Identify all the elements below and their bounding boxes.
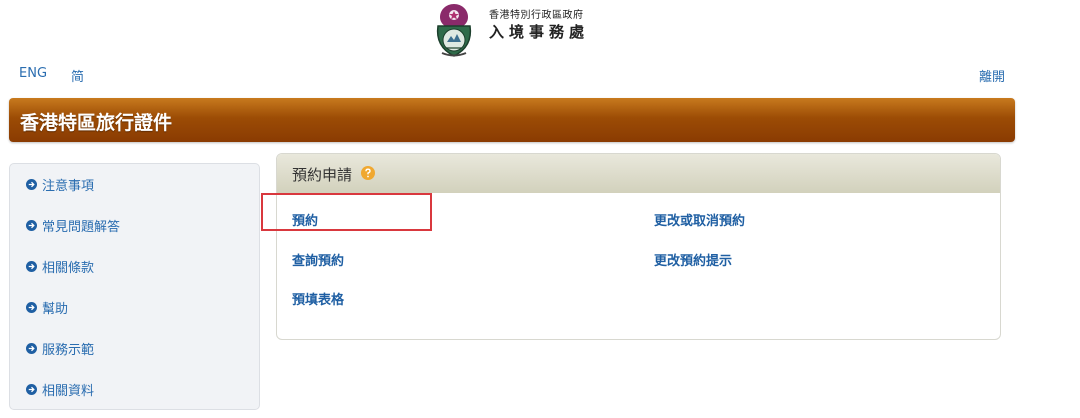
sidebar-item-label: 幫助 [42, 301, 69, 317]
arrow-circle-right-icon [26, 301, 37, 313]
arrow-circle-right-icon [26, 178, 37, 190]
change-or-cancel-appointment-link[interactable]: 更改或取消預約 [654, 210, 745, 229]
site-header: 香港特別行政區政府 入境事務處 [0, 0, 1080, 60]
language-english-link[interactable]: ENG [19, 66, 47, 81]
sidebar-item-notes[interactable]: 注意事項 [26, 174, 94, 194]
sidebar-item-label: 注意事項 [42, 178, 95, 194]
sidebar-item-help[interactable]: 幫助 [26, 297, 68, 317]
department-logo-text: 香港特別行政區政府 入境事務處 [489, 10, 589, 42]
sidebar-item-label: 相關資料 [42, 383, 95, 399]
top-bar: ENG 简 離開 [0, 62, 1080, 88]
arrow-circle-right-icon [26, 260, 37, 272]
sidebar-item-label: 常見問題解答 [42, 219, 121, 235]
sidebar-item-label: 服務示範 [42, 342, 95, 358]
panel-header: 預約申請 [277, 154, 1000, 193]
panel-title: 預約申請 [292, 166, 353, 184]
department-name: 入境事務處 [489, 23, 590, 41]
arrow-circle-right-icon [26, 219, 37, 231]
sidebar: 注意事項 常見問題解答 相關條款 幫助 服務示範 相關資料 [9, 163, 260, 410]
sidebar-item-faq[interactable]: 常見問題解答 [26, 215, 120, 235]
government-name: 香港特別行政區政府 [489, 10, 584, 21]
appointment-panel: 預約申請 預約 更改或取消預約 查詢預約 更改預約提示 預填表格 [276, 153, 1001, 340]
highlight-annotation-box [261, 193, 432, 231]
enquire-appointment-link[interactable]: 查詢預約 [292, 250, 344, 269]
prefill-form-link[interactable]: 預填表格 [292, 289, 344, 308]
sidebar-item-label: 相關條款 [42, 260, 95, 276]
arrow-circle-right-icon [26, 383, 37, 395]
page-title: 香港特區旅行證件 [20, 112, 173, 134]
logout-link[interactable]: 離開 [979, 66, 1005, 85]
sidebar-item-demo[interactable]: 服務示範 [26, 338, 94, 358]
sidebar-item-related-info[interactable]: 相關資料 [26, 379, 94, 399]
language-simplified-link[interactable]: 简 [71, 66, 84, 85]
help-icon[interactable] [361, 166, 375, 180]
arrow-circle-right-icon [26, 342, 37, 354]
immigration-emblem-icon [436, 4, 472, 57]
change-appointment-reminder-link[interactable]: 更改預約提示 [654, 250, 732, 269]
page-banner: 香港特區旅行證件 [9, 98, 1015, 142]
sidebar-item-terms[interactable]: 相關條款 [26, 256, 94, 276]
